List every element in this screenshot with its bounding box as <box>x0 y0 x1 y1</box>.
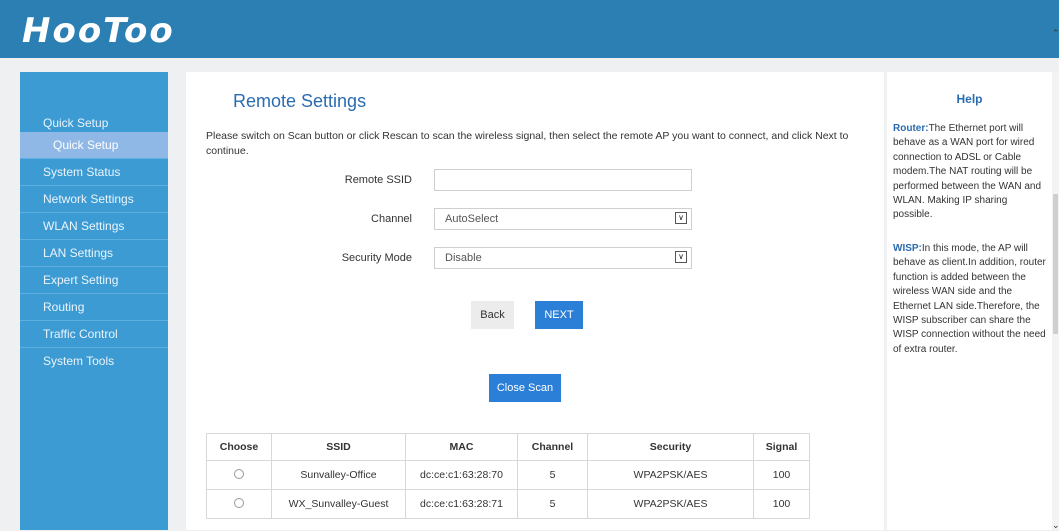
sidebar-item-routing[interactable]: Routing <box>20 294 168 320</box>
security-cell: WPA2PSK/AES <box>587 489 754 519</box>
column-header-signal: Signal <box>753 433 810 461</box>
channel-cell: 5 <box>517 460 588 490</box>
table-row: Sunvalley-Office dc:ce:c1:63:28:70 5 WPA… <box>206 460 810 490</box>
security-mode-select[interactable]: Disable ∨ <box>434 247 692 269</box>
channel-cell: 5 <box>517 489 588 519</box>
scan-results-table: Choose SSID MAC Channel Security Signal … <box>206 433 810 519</box>
choose-cell <box>206 489 272 519</box>
table-header-row: Choose SSID MAC Channel Security Signal <box>206 433 810 461</box>
chevron-down-icon: ∨ <box>675 212 687 224</box>
column-header-mac: MAC <box>405 433 518 461</box>
radio-icon[interactable] <box>234 468 244 479</box>
scroll-up-icon[interactable]: ⌃ <box>1052 28 1059 39</box>
help-title: Help <box>956 92 983 106</box>
channel-select-value: AutoSelect <box>445 213 499 225</box>
sidebar-item-traffic-control[interactable]: Traffic Control <box>20 321 168 347</box>
security-cell: WPA2PSK/AES <box>587 460 754 490</box>
chevron-down-icon: ∨ <box>675 251 687 263</box>
sidebar-item-lan-settings[interactable]: LAN Settings <box>20 240 168 266</box>
column-header-security: Security <box>587 433 754 461</box>
remote-ssid-input[interactable] <box>434 169 692 191</box>
channel-select[interactable]: AutoSelect ∨ <box>434 208 692 230</box>
help-wisp-text: In this mode, the AP will behave as clie… <box>893 243 1046 355</box>
instructions-text: Please switch on Scan button or click Re… <box>206 130 849 157</box>
help-panel: Help Router:The Ethernet port will behav… <box>887 72 1052 530</box>
help-router-text: The Ethernet port will behave as a WAN p… <box>893 123 1042 221</box>
help-wisp-term: WISP: <box>893 243 922 254</box>
security-mode-value: Disable <box>445 252 482 264</box>
main-panel: Remote Settings Please switch on Scan bu… <box>186 72 884 530</box>
channel-label: Channel <box>371 213 412 225</box>
table-row: WX_Sunvalley-Guest dc:ce:c1:63:28:71 5 W… <box>206 489 810 519</box>
mac-cell: dc:ce:c1:63:28:71 <box>405 489 518 519</box>
sidebar: Quick Setup Quick Setup System Status Ne… <box>20 72 168 530</box>
mac-cell: dc:ce:c1:63:28:70 <box>405 460 518 490</box>
ssid-cell: Sunvalley-Office <box>271 460 406 490</box>
signal-cell: 100 <box>753 460 810 490</box>
signal-cell: 100 <box>753 489 810 519</box>
help-router-paragraph: Router:The Ethernet port will behave as … <box>893 122 1049 223</box>
sidebar-item-system-tools[interactable]: System Tools <box>20 348 168 374</box>
scroll-down-icon[interactable]: ⌄ <box>1052 520 1059 531</box>
ssid-cell: WX_Sunvalley-Guest <box>271 489 406 519</box>
remote-ssid-label: Remote SSID <box>344 174 412 186</box>
security-mode-label: Security Mode <box>341 252 412 264</box>
next-button[interactable]: NEXT <box>535 301 583 329</box>
help-wisp-paragraph: WISP:In this mode, the AP will behave as… <box>893 242 1049 357</box>
sidebar-item-system-status[interactable]: System Status <box>20 159 168 185</box>
page-title: Remote Settings <box>233 91 367 111</box>
sidebar-item-expert-setting[interactable]: Expert Setting <box>20 267 168 293</box>
sidebar-item-network-settings[interactable]: Network Settings <box>20 186 168 212</box>
choose-cell <box>206 460 272 490</box>
scrollbar-thumb[interactable] <box>1053 194 1058 334</box>
column-header-choose: Choose <box>206 433 272 461</box>
close-scan-button[interactable]: Close Scan <box>489 374 561 402</box>
vertical-scrollbar[interactable] <box>1052 72 1059 530</box>
hootoo-logo: HooToo <box>22 11 175 51</box>
sidebar-item-wlan-settings[interactable]: WLAN Settings <box>20 213 168 239</box>
sidebar-subitem-quick-setup[interactable]: Quick Setup <box>20 132 168 158</box>
column-header-ssid: SSID <box>271 433 406 461</box>
help-router-term: Router: <box>893 123 929 134</box>
radio-icon[interactable] <box>234 497 244 508</box>
header-bar: HooToo <box>0 0 1059 58</box>
column-header-channel: Channel <box>517 433 588 461</box>
back-button[interactable]: Back <box>471 301 514 329</box>
